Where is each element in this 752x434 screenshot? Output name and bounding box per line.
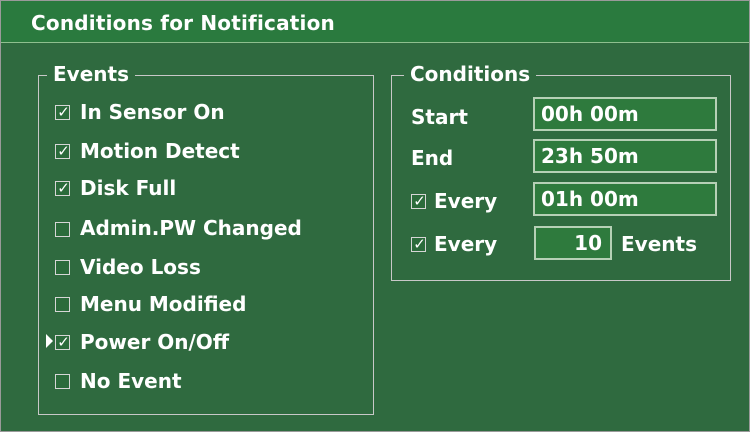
checkbox-video-loss[interactable]	[55, 260, 70, 275]
label-menu-modified: Menu Modified	[80, 292, 247, 316]
events-unit-label: Events	[621, 232, 697, 256]
label-power-on-off: Power On/Off	[80, 330, 230, 354]
label-in-sensor-on: In Sensor On	[80, 100, 225, 124]
every-events-label: Every	[434, 232, 498, 256]
end-time-field[interactable]: 23h 50m	[533, 139, 717, 173]
focus-pointer-icon	[46, 334, 53, 348]
label-motion-detect: Motion Detect	[80, 139, 240, 163]
label-disk-full: Disk Full	[80, 176, 177, 200]
every-time-field[interactable]: 01h 00m	[533, 182, 717, 216]
label-admin-pw-changed: Admin.PW Changed	[80, 216, 302, 240]
every-events-count-field[interactable]: 10	[534, 226, 612, 260]
window-title: Conditions for Notification	[31, 11, 335, 35]
checkbox-menu-modified[interactable]	[55, 297, 70, 312]
titlebar: Conditions for Notification	[1, 1, 749, 43]
label-no-event: No Event	[80, 369, 182, 393]
events-legend: Events	[47, 62, 135, 86]
checkbox-power-on-off[interactable]: ✓	[55, 333, 70, 351]
checkbox-disk-full[interactable]: ✓	[55, 179, 70, 197]
checkbox-every-time[interactable]: ✓	[411, 192, 426, 210]
checkbox-no-event[interactable]	[55, 374, 70, 389]
start-time-field[interactable]: 00h 00m	[533, 97, 717, 131]
checkbox-in-sensor-on[interactable]: ✓	[55, 103, 70, 121]
checkbox-motion-detect[interactable]: ✓	[55, 142, 70, 160]
notification-conditions-window: Conditions for Notification Events ✓ In …	[0, 0, 750, 432]
checkbox-admin-pw-changed[interactable]	[55, 222, 70, 237]
start-label: Start	[411, 105, 468, 129]
label-video-loss: Video Loss	[80, 255, 201, 279]
every-time-label: Every	[434, 189, 498, 213]
events-group: Events	[38, 62, 374, 415]
end-label: End	[411, 146, 454, 170]
checkbox-every-events[interactable]: ✓	[411, 235, 426, 253]
conditions-legend: Conditions	[404, 62, 537, 86]
